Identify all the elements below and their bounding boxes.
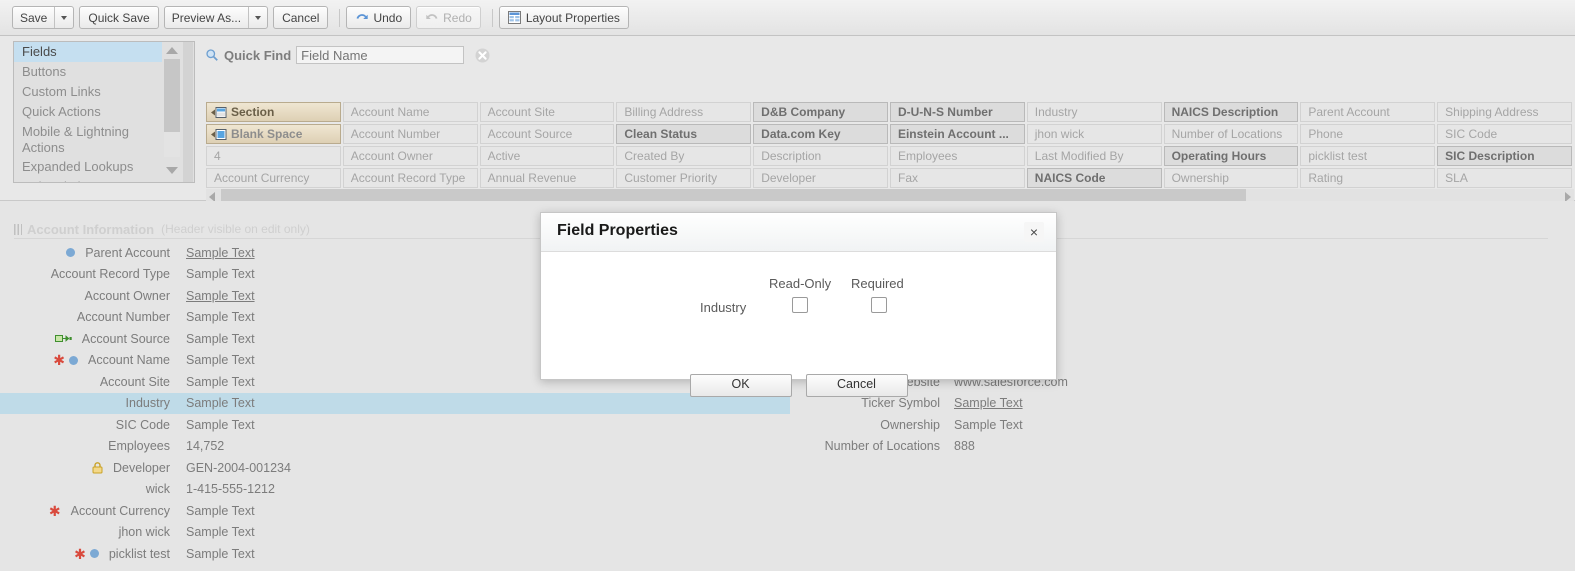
field-properties-dialog: Field Properties × Read-Only Required In… (540, 212, 1057, 397)
dialog-buttons: OK Cancel (541, 374, 1056, 397)
ok-button[interactable]: OK (689, 374, 792, 397)
required-column-header: Required (851, 276, 904, 291)
dialog-title: Field Properties (557, 222, 678, 239)
page-layout-editor: Save Quick Save Preview As... Cancel Und… (0, 0, 1575, 571)
read-only-column-header: Read-Only (769, 276, 832, 291)
field-name-label: Industry (700, 300, 747, 315)
dialog-header: Field Properties × (541, 213, 1056, 252)
dialog-cancel-button[interactable]: Cancel (805, 374, 908, 397)
close-icon[interactable]: × (1024, 222, 1044, 242)
modal-overlay: Field Properties × Read-Only Required In… (0, 0, 1575, 571)
required-checkbox[interactable] (871, 297, 887, 313)
dialog-body: Read-Only Required Industry OK Cancel (541, 252, 1056, 397)
read-only-checkbox[interactable] (792, 297, 808, 313)
